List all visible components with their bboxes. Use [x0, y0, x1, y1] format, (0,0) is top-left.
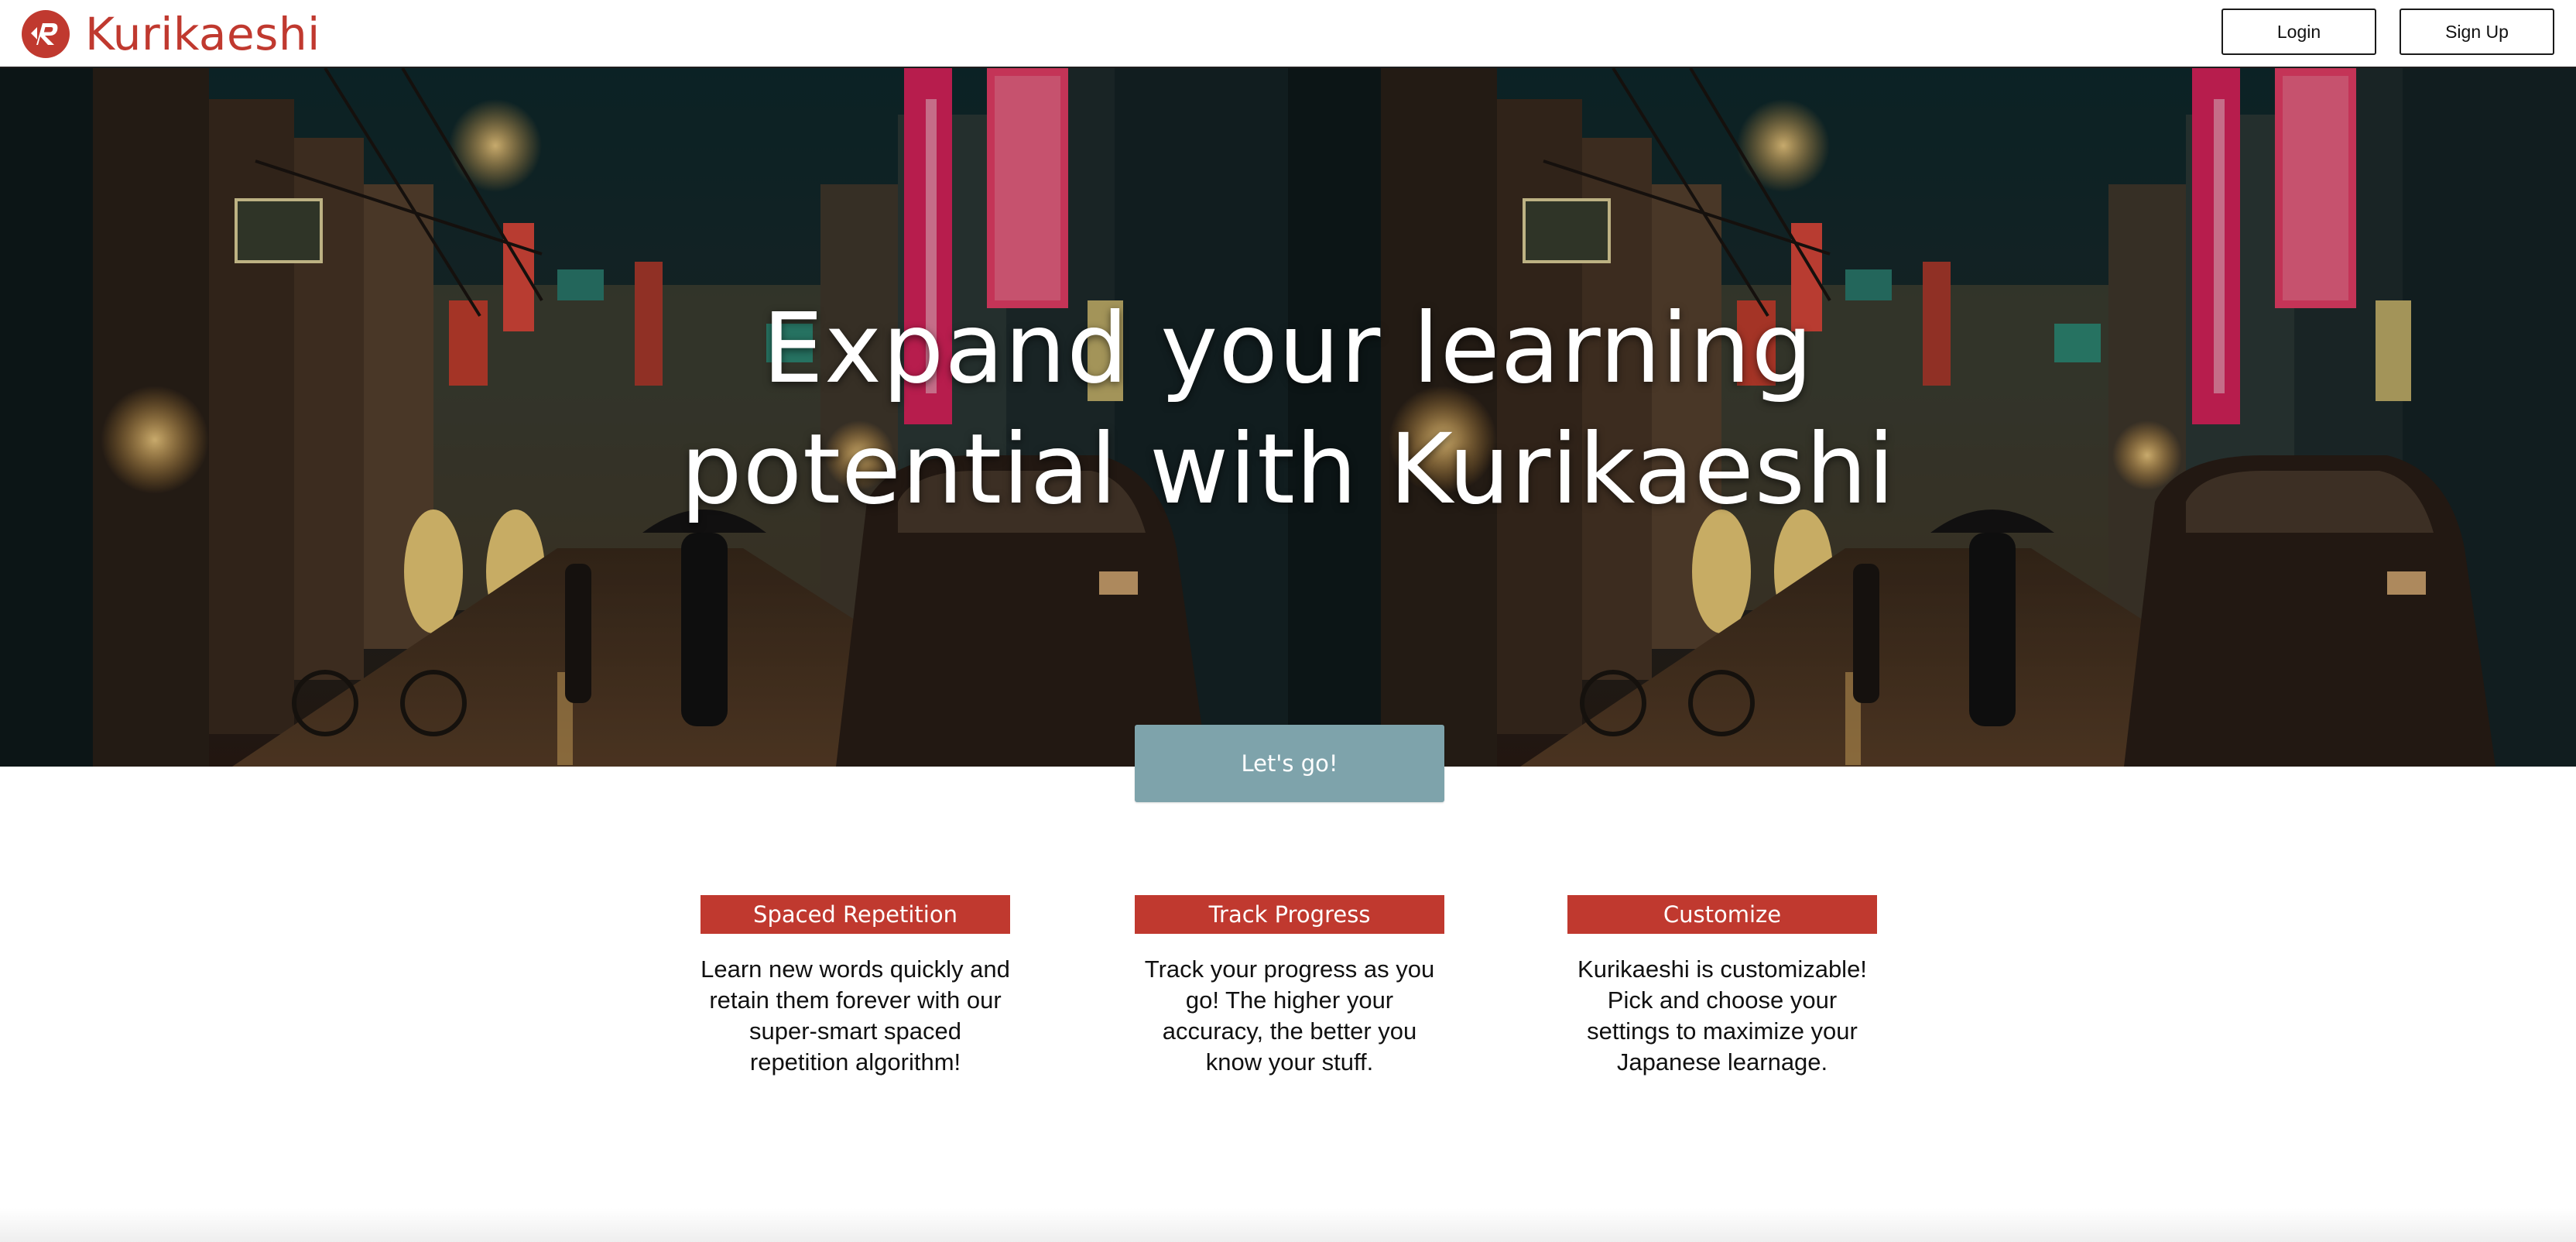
feature-title: Spaced Repetition: [701, 895, 1010, 934]
signup-button[interactable]: Sign Up: [2400, 9, 2554, 55]
brand-name: Kurikaeshi: [85, 8, 320, 60]
login-button[interactable]: Login: [2221, 9, 2376, 55]
page-bottom-fade: [0, 1208, 2576, 1242]
brand-logo-icon: [22, 10, 70, 58]
feature-track-progress: Track Progress Track your progress as yo…: [1135, 895, 1444, 1078]
brand-logo-link[interactable]: Kurikaeshi: [22, 5, 320, 63]
feature-spaced-repetition: Spaced Repetition Learn new words quickl…: [701, 895, 1010, 1078]
navbar: Kurikaeshi Login Sign Up: [0, 0, 2576, 68]
feature-description: Learn new words quickly and retain them …: [701, 956, 1010, 1076]
hero-banner: Expand your learning potential with Kuri…: [0, 68, 2576, 767]
feature-title: Track Progress: [1135, 895, 1444, 934]
lets-go-button[interactable]: Let's go!: [1135, 725, 1444, 802]
feature-customize: Customize Kurikaeshi is customizable! Pi…: [1567, 895, 1877, 1078]
feature-description: Kurikaeshi is customizable! Pick and cho…: [1577, 956, 1867, 1076]
hero-title: Expand your learning potential with Kuri…: [680, 293, 1896, 526]
feature-description: Track your progress as you go! The highe…: [1144, 956, 1435, 1076]
feature-title: Customize: [1567, 895, 1877, 934]
